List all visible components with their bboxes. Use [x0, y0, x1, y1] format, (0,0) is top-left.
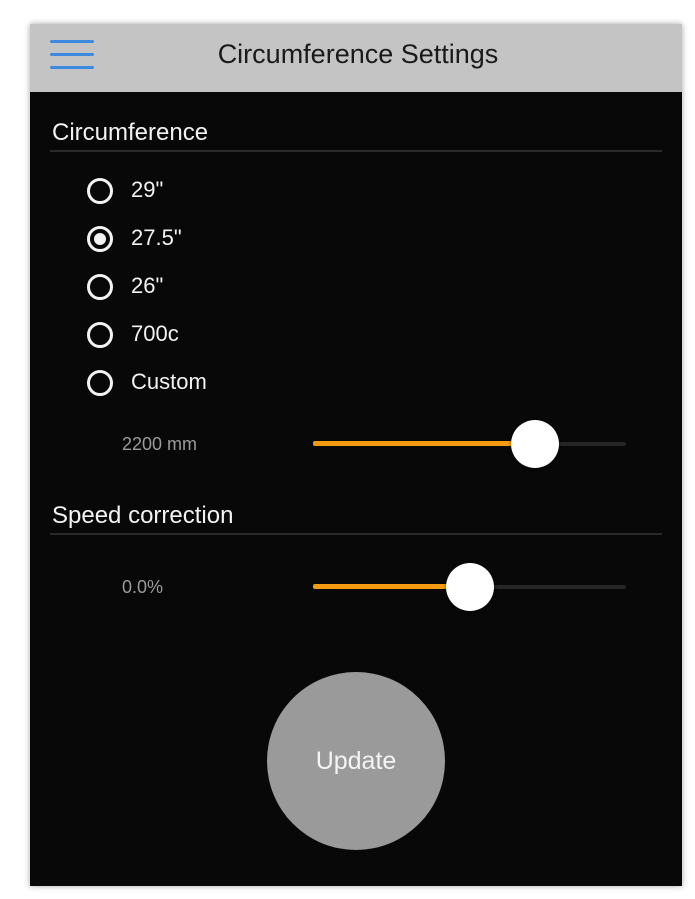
settings-screen: Circumference Settings Circumference 29"… [30, 24, 682, 886]
radio-label: 26" [131, 273, 164, 298]
slider-thumb[interactable] [446, 563, 494, 611]
update-button[interactable]: Update [267, 672, 445, 850]
speed-correction-heading: Speed correction [52, 502, 234, 529]
radio-label: 27.5" [131, 225, 182, 250]
speed-correction-divider [50, 533, 662, 535]
circumference-divider [50, 150, 662, 152]
header-bar: Circumference Settings [30, 24, 682, 92]
speed-correction-value: 0.0% [122, 577, 164, 597]
speed-correction-slider[interactable] [313, 563, 626, 611]
circumference-slider[interactable] [313, 420, 626, 468]
slider-fill [313, 441, 535, 446]
radio-button[interactable] [87, 226, 113, 252]
radio-button[interactable] [87, 274, 113, 300]
menu-line [50, 40, 94, 43]
hamburger-menu-icon[interactable] [50, 38, 94, 72]
circumference-heading: Circumference [52, 119, 209, 146]
menu-line [50, 53, 94, 56]
slider-thumb[interactable] [511, 420, 559, 468]
radio-label: Custom [131, 369, 207, 394]
circumference-value: 2200 mm [122, 434, 198, 454]
radio-button[interactable] [87, 370, 113, 396]
radio-button[interactable] [87, 178, 113, 204]
menu-line [50, 66, 94, 69]
radio-label: 29" [131, 177, 164, 202]
radio-button[interactable] [87, 322, 113, 348]
radio-label: 700c [131, 321, 179, 346]
page-title: Circumference Settings [217, 39, 499, 69]
